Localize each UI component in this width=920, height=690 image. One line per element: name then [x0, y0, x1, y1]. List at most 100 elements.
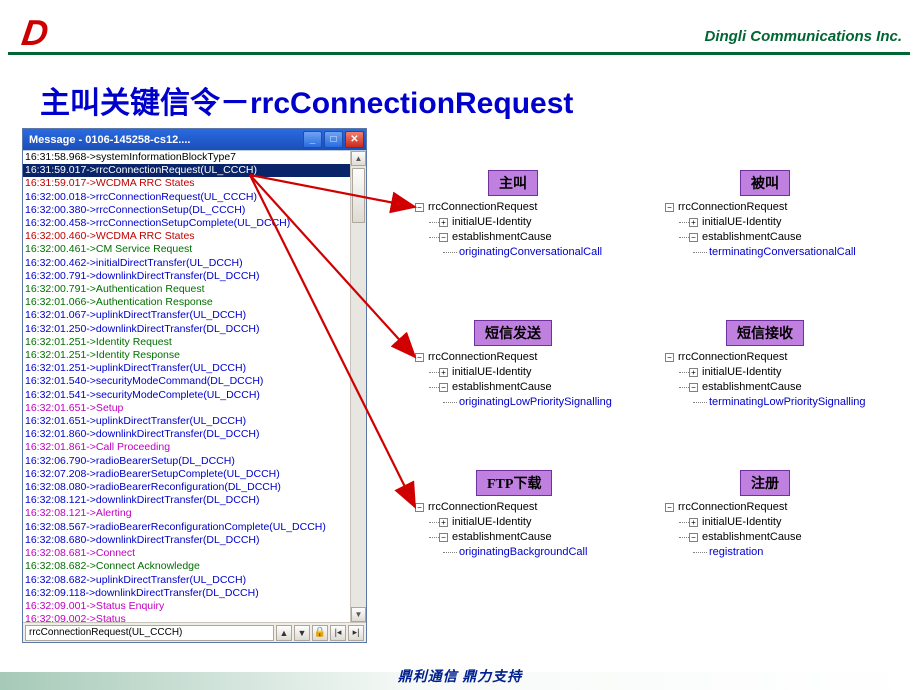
- minimize-button[interactable]: _: [303, 131, 322, 148]
- message-row[interactable]: 16:32:01.861->Call Proceeding: [23, 441, 350, 454]
- window-title: Message - 0106-145258-cs12....: [25, 134, 301, 146]
- message-row[interactable]: 16:32:01.651->Setup: [23, 402, 350, 415]
- message-row[interactable]: 16:32:01.860->downlinkDirectTransfer(DL_…: [23, 428, 350, 441]
- message-row[interactable]: 16:32:01.540->securityModeCommand(DL_DCC…: [23, 375, 350, 388]
- message-row[interactable]: 16:32:00.460->WCDMA RRC States: [23, 230, 350, 243]
- scroll-down-button[interactable]: ▼: [351, 607, 366, 622]
- tree-leaf[interactable]: registration: [665, 545, 802, 560]
- expand-icon[interactable]: +: [439, 218, 448, 227]
- collapse-icon[interactable]: −: [439, 233, 448, 242]
- lock-icon[interactable]: [312, 625, 328, 641]
- message-row[interactable]: 16:32:08.680->downlinkDirectTransfer(DL_…: [23, 534, 350, 547]
- message-row[interactable]: 16:32:08.682->Connect Acknowledge: [23, 560, 350, 573]
- message-row[interactable]: 16:32:08.681->Connect: [23, 547, 350, 560]
- window-titlebar[interactable]: Message - 0106-145258-cs12.... _ □ ✕: [23, 129, 366, 150]
- message-row[interactable]: 16:31:58.968->systemInformationBlockType…: [23, 151, 350, 164]
- tree-node[interactable]: −rrcConnectionRequest: [665, 350, 866, 365]
- tree-leaf[interactable]: originatingLowPrioritySignalling: [415, 395, 612, 410]
- message-row[interactable]: 16:32:01.251->Identity Response: [23, 349, 350, 362]
- expand-icon[interactable]: +: [689, 518, 698, 527]
- tree-node[interactable]: −rrcConnectionRequest: [415, 200, 602, 215]
- tree-node[interactable]: −establishmentCause: [415, 380, 612, 395]
- collapse-icon[interactable]: −: [415, 503, 424, 512]
- tree-view: −rrcConnectionRequest+initialUE-Identity…: [415, 200, 602, 260]
- collapse-icon[interactable]: −: [689, 533, 698, 542]
- tree-view: −rrcConnectionRequest+initialUE-Identity…: [665, 500, 802, 560]
- message-row[interactable]: 16:32:08.080->radioBearerReconfiguration…: [23, 481, 350, 494]
- message-row[interactable]: 16:32:01.067->uplinkDirectTransfer(UL_DC…: [23, 309, 350, 322]
- tree-node[interactable]: −establishmentCause: [665, 230, 856, 245]
- tree-node[interactable]: +initialUE-Identity: [665, 515, 802, 530]
- message-row[interactable]: 16:32:01.251->Identity Request: [23, 336, 350, 349]
- collapse-icon[interactable]: −: [665, 503, 674, 512]
- collapse-icon[interactable]: −: [689, 233, 698, 242]
- tree-node[interactable]: −rrcConnectionRequest: [665, 200, 856, 215]
- message-row[interactable]: 16:32:00.018->rrcConnectionRequest(UL_CC…: [23, 191, 350, 204]
- company-logo: D: [19, 12, 47, 54]
- tree-view: −rrcConnectionRequest+initialUE-Identity…: [415, 350, 612, 410]
- nav-last-button[interactable]: ▸|: [348, 625, 364, 641]
- expand-icon[interactable]: +: [439, 518, 448, 527]
- collapse-icon[interactable]: −: [415, 353, 424, 362]
- tree-leaf[interactable]: terminatingLowPrioritySignalling: [665, 395, 866, 410]
- collapse-icon[interactable]: −: [665, 203, 674, 212]
- expand-icon[interactable]: +: [439, 368, 448, 377]
- expand-icon[interactable]: +: [689, 368, 698, 377]
- message-row[interactable]: 16:32:01.251->uplinkDirectTransfer(UL_DC…: [23, 362, 350, 375]
- message-row[interactable]: 16:31:59.017->WCDMA RRC States: [23, 177, 350, 190]
- message-row[interactable]: 16:32:09.001->Status Enquiry: [23, 600, 350, 613]
- vertical-scrollbar[interactable]: ▲ ▼: [350, 151, 366, 622]
- message-row[interactable]: 16:32:01.541->securityModeComplete(UL_DC…: [23, 389, 350, 402]
- message-row[interactable]: 16:31:59.017->rrcConnectionRequest(UL_CC…: [23, 164, 350, 177]
- message-row[interactable]: 16:32:01.651->uplinkDirectTransfer(UL_DC…: [23, 415, 350, 428]
- status-field[interactable]: rrcConnectionRequest(UL_CCCH): [25, 625, 274, 641]
- tree-node[interactable]: −establishmentCause: [415, 530, 587, 545]
- tree-node[interactable]: +initialUE-Identity: [665, 215, 856, 230]
- message-row[interactable]: 16:32:09.118->downlinkDirectTransfer(DL_…: [23, 587, 350, 600]
- tree-node[interactable]: −rrcConnectionRequest: [415, 500, 587, 515]
- header-divider: [8, 52, 910, 55]
- collapse-icon[interactable]: −: [415, 203, 424, 212]
- tree-node[interactable]: −establishmentCause: [415, 230, 602, 245]
- nav-down-button[interactable]: ▼: [294, 625, 310, 641]
- tree-node[interactable]: +initialUE-Identity: [415, 365, 612, 380]
- scroll-up-button[interactable]: ▲: [351, 151, 366, 166]
- tree-leaf[interactable]: terminatingConversationalCall: [665, 245, 856, 260]
- tree-node[interactable]: −rrcConnectionRequest: [665, 500, 802, 515]
- message-row[interactable]: 16:32:09.002->Status: [23, 613, 350, 622]
- message-row[interactable]: 16:32:08.567->radioBearerReconfiguration…: [23, 521, 350, 534]
- message-row[interactable]: 16:32:00.461->CM Service Request: [23, 243, 350, 256]
- collapse-icon[interactable]: −: [439, 383, 448, 392]
- tree-view: −rrcConnectionRequest+initialUE-Identity…: [415, 500, 587, 560]
- nav-first-button[interactable]: |◂: [330, 625, 346, 641]
- tree-node[interactable]: −rrcConnectionRequest: [415, 350, 612, 365]
- tree-node[interactable]: +initialUE-Identity: [415, 515, 587, 530]
- tree-leaf[interactable]: originatingConversationalCall: [415, 245, 602, 260]
- close-button[interactable]: ✕: [345, 131, 364, 148]
- tree-node[interactable]: +initialUE-Identity: [415, 215, 602, 230]
- tree-leaf[interactable]: originatingBackgroundCall: [415, 545, 587, 560]
- tree-node[interactable]: +initialUE-Identity: [665, 365, 866, 380]
- maximize-button[interactable]: □: [324, 131, 343, 148]
- message-row[interactable]: 16:32:08.682->uplinkDirectTransfer(UL_DC…: [23, 574, 350, 587]
- message-row[interactable]: 16:32:06.790->radioBearerSetup(DL_DCCH): [23, 455, 350, 468]
- message-row[interactable]: 16:32:00.791->Authentication Request: [23, 283, 350, 296]
- message-row[interactable]: 16:32:01.066->Authentication Response: [23, 296, 350, 309]
- message-row[interactable]: 16:32:00.791->downlinkDirectTransfer(DL_…: [23, 270, 350, 283]
- tree-node[interactable]: −establishmentCause: [665, 380, 866, 395]
- message-row[interactable]: 16:32:00.458->rrcConnectionSetupComplete…: [23, 217, 350, 230]
- message-row[interactable]: 16:32:08.121->downlinkDirectTransfer(DL_…: [23, 494, 350, 507]
- collapse-icon[interactable]: −: [689, 383, 698, 392]
- tree-node[interactable]: −establishmentCause: [665, 530, 802, 545]
- message-list[interactable]: 16:31:58.968->systemInformationBlockType…: [23, 151, 350, 622]
- collapse-icon[interactable]: −: [439, 533, 448, 542]
- collapse-icon[interactable]: −: [665, 353, 674, 362]
- message-row[interactable]: 16:32:00.380->rrcConnectionSetup(DL_CCCH…: [23, 204, 350, 217]
- scroll-thumb[interactable]: [352, 168, 365, 223]
- expand-icon[interactable]: +: [689, 218, 698, 227]
- message-row[interactable]: 16:32:00.462->initialDirectTransfer(UL_D…: [23, 257, 350, 270]
- message-row[interactable]: 16:32:08.121->Alerting: [23, 507, 350, 520]
- message-row[interactable]: 16:32:07.208->radioBearerSetupComplete(U…: [23, 468, 350, 481]
- message-row[interactable]: 16:32:01.250->downlinkDirectTransfer(DL_…: [23, 323, 350, 336]
- nav-up-button[interactable]: ▲: [276, 625, 292, 641]
